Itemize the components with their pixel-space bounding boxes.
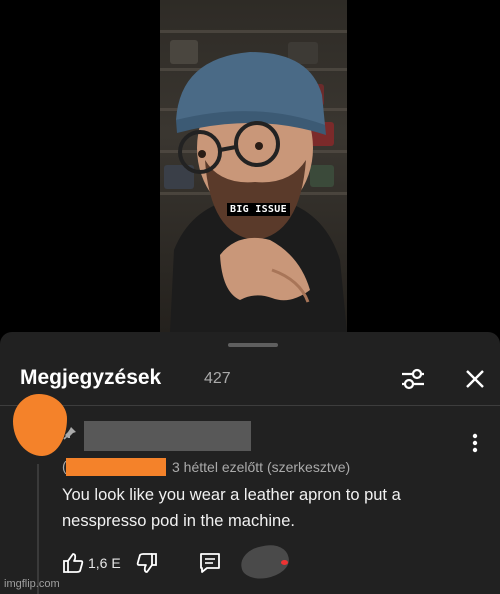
comment-text: You look like you wear a leather apron t… bbox=[62, 486, 401, 530]
reply-button[interactable] bbox=[197, 550, 223, 576]
pin-icon bbox=[63, 427, 76, 440]
comments-sheet: Megjegyzések 427 ( 3 héttel ezelőtt (sze… bbox=[0, 332, 500, 594]
like-count: 1,6 E bbox=[88, 555, 121, 571]
pinned-comment: ( 3 héttel ezelőtt (szerkesztve) You loo… bbox=[0, 394, 500, 594]
like-button[interactable] bbox=[60, 550, 86, 576]
video-player[interactable]: BIG ISSUE bbox=[0, 0, 500, 333]
video-caption: BIG ISSUE bbox=[227, 203, 290, 216]
redacted-author-handle bbox=[66, 458, 166, 476]
comments-title: Megjegyzések bbox=[20, 366, 162, 389]
avatar[interactable] bbox=[13, 394, 67, 456]
comment-timestamp: 3 héttel ezelőtt (szerkesztve) bbox=[172, 459, 351, 475]
comment-icon bbox=[200, 553, 220, 573]
drag-handle[interactable] bbox=[228, 343, 278, 347]
more-vert-icon bbox=[472, 433, 478, 453]
comments-header: Megjegyzések 427 bbox=[0, 362, 500, 398]
thumbs-up-icon bbox=[63, 553, 84, 573]
person-figure bbox=[170, 52, 347, 333]
sliders-icon bbox=[402, 368, 424, 390]
video-frame[interactable]: BIG ISSUE bbox=[160, 0, 347, 333]
thumbs-down-icon bbox=[136, 553, 157, 573]
thread-line bbox=[37, 464, 39, 594]
comment-actions: 1,6 E bbox=[60, 542, 500, 582]
filter-button[interactable] bbox=[398, 364, 428, 394]
close-button[interactable] bbox=[460, 364, 490, 394]
redacted-author-name bbox=[84, 421, 251, 451]
creator-heart-icon bbox=[281, 560, 288, 565]
watermark: imgflip.com bbox=[4, 578, 60, 590]
comments-count: 427 bbox=[204, 370, 231, 387]
more-options-button[interactable] bbox=[466, 430, 484, 456]
close-icon bbox=[466, 370, 484, 388]
dislike-button[interactable] bbox=[134, 550, 160, 576]
